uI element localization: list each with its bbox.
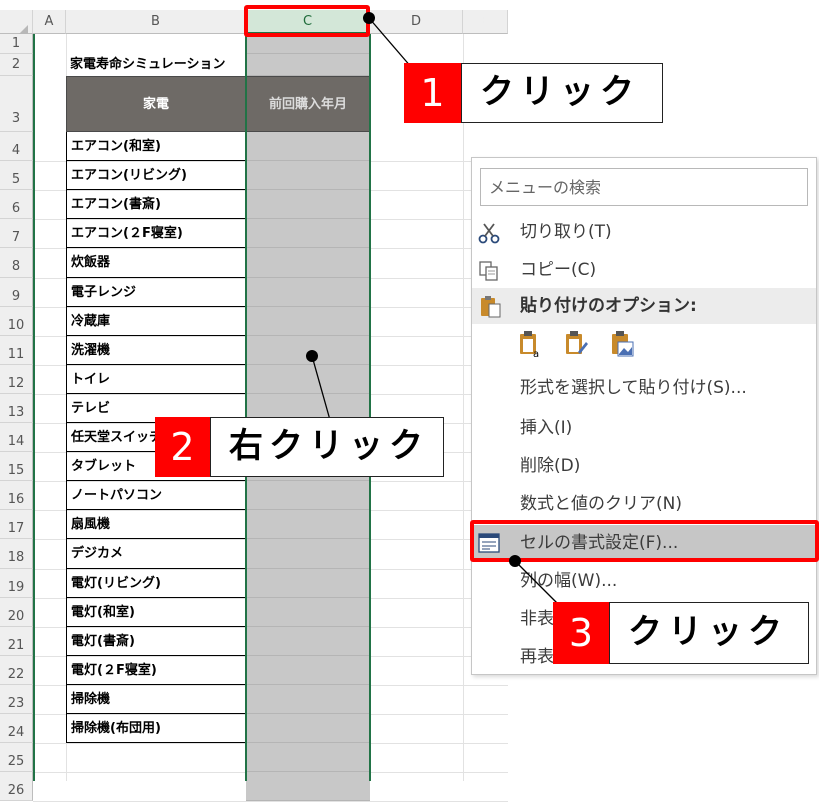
step3-callout: クリック bbox=[609, 602, 809, 664]
step2-badge: 2 bbox=[155, 417, 210, 477]
step1-highlight-frame bbox=[244, 5, 370, 37]
step1-pointer-dot bbox=[363, 12, 375, 24]
step2-callout: 右クリック bbox=[210, 417, 444, 477]
step3-pointer-dot bbox=[509, 555, 521, 567]
step1-badge: 1 bbox=[404, 63, 461, 123]
step3-badge: 3 bbox=[553, 602, 609, 664]
step1-callout: クリック bbox=[461, 63, 663, 123]
step2-pointer-dot bbox=[306, 350, 318, 362]
grid-line bbox=[33, 801, 508, 802]
step3-highlight-frame bbox=[470, 520, 819, 562]
